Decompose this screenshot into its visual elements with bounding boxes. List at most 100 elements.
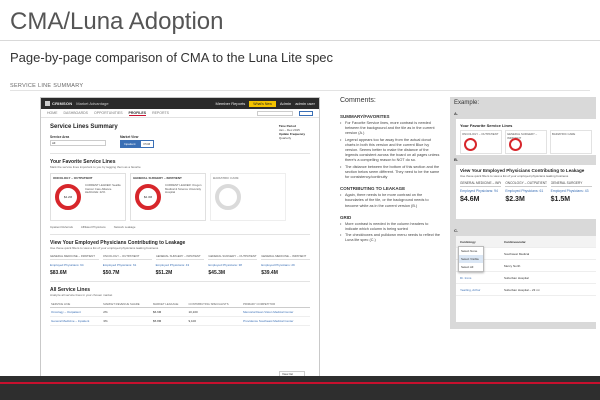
member-reports-link[interactable]: Member Reports	[216, 101, 246, 106]
favorite-card-title: BARIATRIC CARE	[213, 176, 239, 180]
leakage-value: $45.3M	[208, 270, 226, 276]
employed-filter: GENERAL MEDICINE – INPATIENT Employed Ph…	[50, 254, 99, 276]
logo-icon	[45, 101, 50, 106]
table-row[interactable]: Oncology – Outpatient 2% $6.6M 10,100 Me…	[50, 307, 310, 317]
select-menu-example: Select None Select Visible Select All	[458, 246, 484, 272]
example-b-value: $1.5M	[550, 196, 571, 203]
example-c-cell: Suburban Hospital	[504, 275, 529, 280]
leakage-value: $83.6M	[50, 270, 67, 276]
employed-physicians-link[interactable]: Employed Physicians: 38	[208, 263, 257, 267]
slide-title: CMA/Luna Adoption	[10, 8, 224, 35]
admin-link[interactable]: Admin	[280, 101, 291, 106]
example-c-cell: Southwest Medical	[504, 251, 530, 256]
filter-heading: GENERAL SURGERY – INPATIENT	[155, 254, 205, 260]
favorites-row: ONCOLOGY – OUTPATIENT $4.2M CURRENT LEAD…	[50, 173, 310, 221]
section-label: SERVICE LINE SUMMARY	[10, 83, 84, 89]
example-favorite-card: ONCOLOGY – OUTPATIENT	[460, 130, 502, 154]
example-label-b: B.	[454, 157, 458, 162]
divider	[50, 153, 310, 154]
select-menu-item: Select Visible	[459, 255, 483, 263]
comment-heading: GRID	[340, 214, 352, 220]
employed-filter: ONCOLOGY – OUTPATIENT Employed Physician…	[102, 254, 152, 276]
nav-reports[interactable]: REPORTS	[152, 111, 169, 115]
employed-filters: GENERAL MEDICINE – INPATIENT Employed Ph…	[50, 254, 310, 276]
competitor-link[interactable]: Memorial Dean Vision Medical Center	[242, 307, 310, 317]
example-c-heading: Cardiology	[460, 239, 476, 244]
table-cell: 10,100	[187, 307, 243, 317]
table-row[interactable]: General Medicine – Inpatient 3% $5.8M 9,…	[50, 316, 310, 326]
toggle-pcm[interactable]: PCM	[139, 140, 155, 148]
donut-chart-empty	[215, 184, 241, 210]
example-b-link: Employed Physicians: 43	[550, 189, 589, 193]
user-menu[interactable]: admin user	[295, 101, 315, 106]
example-b-value: $4.6M	[460, 196, 480, 203]
employed-physicians-link[interactable]: Employed Physicians: 61	[103, 263, 152, 267]
example-b-column-heading: GENERAL SURGERY	[550, 181, 592, 187]
product-name: Market Advantage	[76, 101, 109, 106]
donut-legend: Inpatient Referrals Affiliated Physician…	[50, 225, 310, 229]
service-area-select[interactable]: All	[50, 140, 106, 146]
favorite-card-title: ONCOLOGY – OUTPATIENT	[53, 176, 93, 180]
legend-item: Network Leakage	[113, 225, 136, 229]
example-c: Cardiology Cardiovascular Dr. Jones Sout…	[456, 236, 596, 322]
favorite-card-detail: CURRENT LEADER: Oregon Medical & Science…	[165, 183, 202, 195]
filter-heading: GENERAL SURGERY – OUTPATIENT	[208, 254, 258, 260]
comment-item: Again, there needs to be more contrast o…	[340, 193, 440, 209]
search-button[interactable]	[299, 110, 313, 116]
example-panel: Example: A. Your Favorite Service Lines …	[450, 97, 596, 329]
employed-physicians-link[interactable]: Employed Physicians: 29	[261, 263, 310, 267]
example-c-cell: Mercy North	[504, 263, 521, 268]
example-c-row: Yearling, Arthur Suburban Hospital – 23 …	[456, 284, 596, 296]
example-card-title: ONCOLOGY – OUTPATIENT	[462, 132, 499, 136]
filter-controls: Service Area All Market View Inpatient P…	[50, 135, 310, 148]
employed-filter: GENERAL SURGERY – OUTPATIENT Employed Ph…	[208, 254, 258, 276]
app-logo[interactable]: CRIMSON Market Advantage	[45, 101, 109, 106]
comment-item: The distance between the bottom of this …	[340, 165, 440, 181]
example-label-a: A.	[454, 111, 458, 116]
select-menu-item: Select None	[461, 249, 478, 253]
market-view-label: Market View	[120, 135, 139, 139]
service-line-link[interactable]: Oncology – Outpatient	[50, 307, 103, 317]
search-input[interactable]	[257, 110, 293, 116]
employed-physicians-link[interactable]: Employed Physicians: 43	[156, 263, 205, 267]
example-c-cell: Suburban Hospital – 23 mi	[504, 287, 540, 292]
nav-home[interactable]: HOME	[47, 111, 58, 115]
comment-item: For Favorite Service lines, more contras…	[340, 121, 440, 137]
service-lines-table: SERVICE LINE MARKET REVENUE SHARE MARKET…	[50, 301, 310, 326]
competitor-link[interactable]: Providence Southeast Medical Center	[242, 316, 310, 326]
donut-chart: $4.2M	[55, 184, 81, 210]
market-view-toggle: Inpatient PCM	[120, 140, 155, 148]
table-cell: $5.8M	[151, 316, 188, 326]
favorite-card-detail: CURRENT LEADER: Seattle Cancer Care Alli…	[85, 183, 121, 195]
favorite-card[interactable]: ONCOLOGY – OUTPATIENT $4.2M CURRENT LEAD…	[50, 173, 126, 221]
favorite-card-placeholder[interactable]: BARIATRIC CARE	[210, 173, 286, 221]
example-b-link: Employed Physicians: 94	[460, 189, 498, 193]
comment-item: Legend appears too far away from the act…	[340, 138, 440, 164]
whats-new-button[interactable]: What's New	[249, 100, 276, 107]
example-b-link: Employed Physicians: 61	[505, 189, 544, 193]
slide-subtitle: Page-by-page comparison of CMA to the Lu…	[10, 50, 334, 65]
example-a-cards: ONCOLOGY – OUTPATIENT GENERAL SURGERY – …	[456, 130, 596, 154]
service-line-link[interactable]: General Medicine – Inpatient	[50, 316, 103, 326]
toggle-inpatient[interactable]: Inpatient	[120, 140, 140, 148]
nav-opportunities[interactable]: OPPORTUNITIES	[94, 111, 123, 115]
nav-dashboards[interactable]: DASHBOARDS	[64, 111, 89, 115]
filter-heading: GENERAL MEDICINE – INPATIENT	[50, 254, 99, 260]
page-title: Service Lines Summary	[50, 124, 118, 130]
section-divider	[10, 90, 590, 91]
filter-heading: ONCOLOGY – OUTPATIENT	[102, 254, 152, 260]
donut-chart	[509, 138, 522, 151]
legend-item: Inpatient Referrals	[50, 225, 73, 229]
select-menu-item: Select All	[461, 265, 474, 269]
comment-list: Again, there needs to be more contrast o…	[340, 193, 440, 209]
employed-filter: GENERAL MEDICINE – INPATIENT Employed Ph…	[261, 254, 310, 276]
example-b-columns: GENERAL MEDICINE – INPATIENT Employed Ph…	[456, 178, 596, 203]
example-favorite-card: GENERAL SURGERY – INPATIENT	[505, 130, 547, 154]
nav-profiles[interactable]: PROFILES	[128, 111, 147, 116]
footer-accent-line	[0, 382, 600, 384]
employed-physicians-link[interactable]: Employed Physicians: 94	[50, 263, 99, 267]
favorite-card[interactable]: GENERAL SURGERY – INPATIENT $2.3M CURREN…	[130, 173, 206, 221]
all-service-lines-hint: Analyze all service lines in your chosen…	[50, 293, 113, 297]
comment-list: For Favorite Service lines, more contras…	[340, 121, 440, 180]
example-b-column: GENERAL SURGERY Employed Physicians: 43 …	[550, 181, 592, 203]
